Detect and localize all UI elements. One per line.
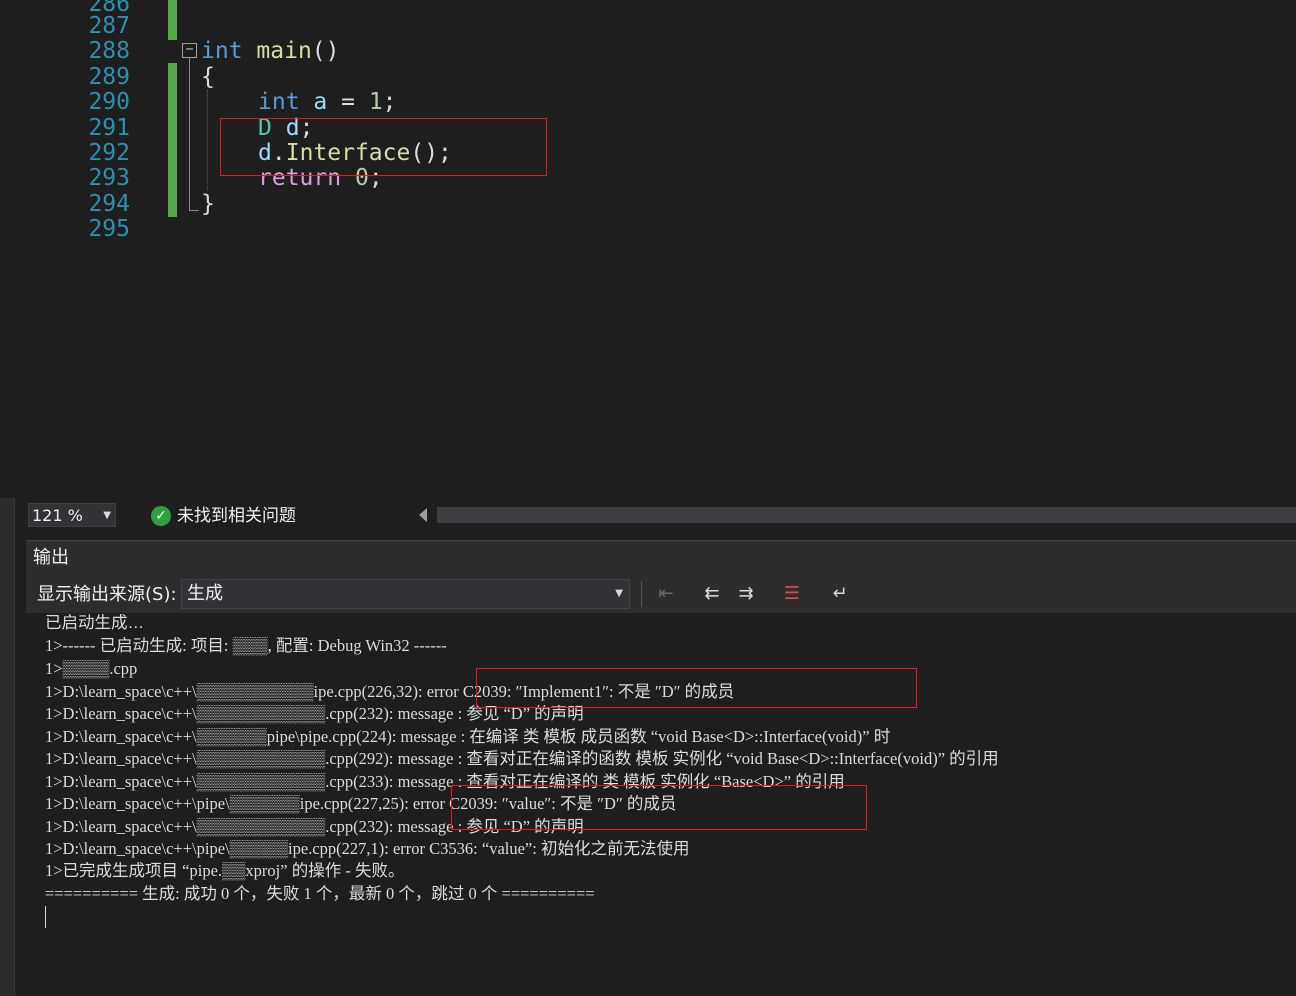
text-cursor <box>45 906 46 928</box>
line-number: 295 <box>88 216 130 242</box>
indent-guide <box>207 90 208 190</box>
output-line: 1>------ 已启动生成: 项目: ▒▒▒, 配置: Debug Win32… <box>45 636 447 655</box>
brace: { <box>201 64 215 90</box>
line-number: 292 <box>88 140 130 166</box>
code-line-289[interactable]: { <box>201 65 215 90</box>
line-number: 288 <box>88 38 130 64</box>
line-number: 294 <box>88 191 130 217</box>
output-panel-header <box>26 540 1296 575</box>
change-marker <box>168 63 177 217</box>
clear-all-icon[interactable]: ☰ <box>778 580 806 608</box>
line-number: 289 <box>88 64 130 90</box>
output-line: 1>已完成生成项目 “pipe.▒▒xproj” 的操作 - 失败。 <box>45 861 405 880</box>
output-line: 1>D:\learn_space\c++\▒▒▒▒▒▒▒▒▒▒▒.cpp(292… <box>45 749 999 768</box>
code-line-290[interactable]: int a = 1; <box>258 90 397 115</box>
code-line-288[interactable]: int main() <box>201 39 340 64</box>
keyword: int <box>258 89 300 115</box>
output-line: 1>D:\learn_space\c++\pipe\▒▒▒▒▒ipe.cpp(2… <box>45 839 690 858</box>
chevron-down-icon: ▼ <box>103 510 111 521</box>
collapse-icon[interactable]: − <box>182 43 197 58</box>
line-number: 291 <box>88 115 130 141</box>
output-source-label: 显示输出来源(S): <box>37 584 177 605</box>
goto-prev-icon[interactable]: ⇤ <box>652 580 680 608</box>
zoom-dropdown[interactable]: 121 % ▼ <box>28 503 116 527</box>
fold-guide-end <box>189 210 199 211</box>
output-line: 1>D:\learn_space\c++\▒▒▒▒▒▒pipe\pipe.cpp… <box>45 727 891 746</box>
keyword: int <box>201 38 243 64</box>
align-left-out-icon[interactable]: ⇇ <box>698 580 726 608</box>
number: 1 <box>368 89 383 115</box>
change-marker <box>168 0 177 40</box>
output-line: 1>▒▒▒▒.cpp <box>45 659 138 678</box>
highlight-box <box>451 785 867 830</box>
chevron-down-icon: ▼ <box>615 588 623 599</box>
fold-guide <box>189 58 190 210</box>
check-circle-icon: ✓ <box>151 506 171 526</box>
output-source-select[interactable]: 生成 ▼ <box>181 579 630 609</box>
align-left-in-icon[interactable]: ⇉ <box>732 580 760 608</box>
line-number: 287 <box>88 13 130 39</box>
output-line: ========== 生成: 成功 0 个，失败 1 个，最新 0 个，跳过 0… <box>45 884 595 903</box>
punct: () <box>311 38 340 64</box>
scroll-left-icon[interactable] <box>419 508 427 522</box>
highlight-box <box>476 668 917 708</box>
horizontal-scrollbar[interactable] <box>437 507 1296 523</box>
highlight-box <box>220 118 547 176</box>
code-line-294[interactable]: } <box>201 192 215 217</box>
punct: ; <box>382 89 397 115</box>
brace: } <box>201 191 215 217</box>
code-editor[interactable]: 286 287 288 289 290 291 292 293 294 295 … <box>0 0 1296 498</box>
variable: a <box>313 89 328 115</box>
output-source-value: 生成 <box>187 583 223 604</box>
function-name: main <box>256 38 312 64</box>
line-number: 290 <box>88 89 130 115</box>
output-line: 已启动生成… <box>45 614 144 632</box>
zoom-value: 121 % <box>32 506 83 525</box>
line-number: 293 <box>88 165 130 191</box>
operator: = <box>327 89 369 115</box>
toolbar-separator <box>641 581 642 607</box>
issues-status[interactable]: 未找到相关问题 <box>177 504 296 528</box>
word-wrap-icon[interactable]: ↵ <box>826 580 854 608</box>
output-panel-title: 输出 <box>33 547 69 568</box>
